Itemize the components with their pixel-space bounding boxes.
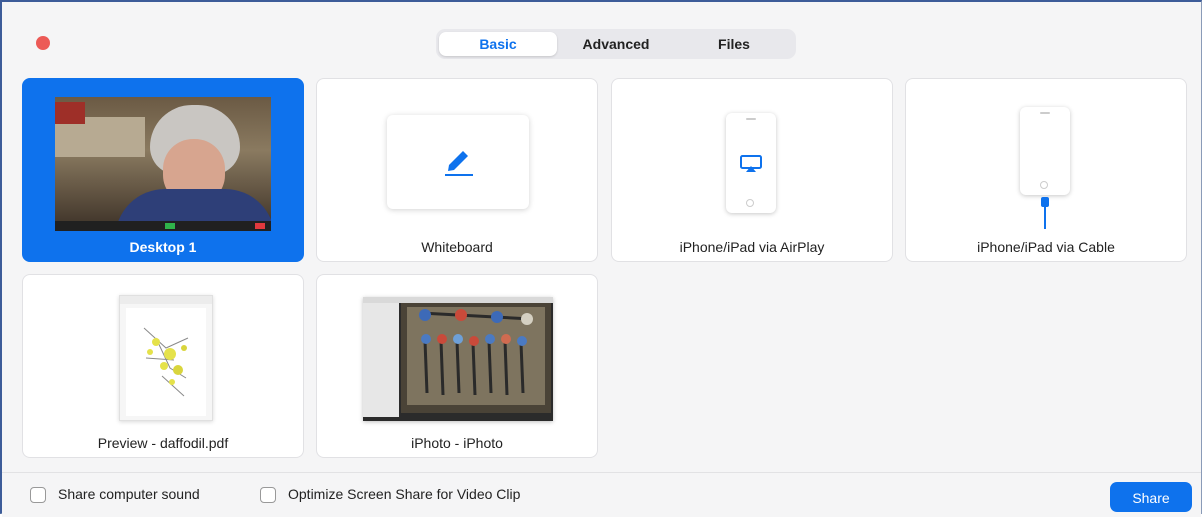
- share-option-whiteboard[interactable]: Whiteboard: [316, 78, 598, 262]
- share-option-iphoto[interactable]: iPhoto - iPhoto: [316, 274, 598, 458]
- share-option-desktop-1[interactable]: Desktop 1: [22, 78, 304, 262]
- share-sound-label: Share computer sound: [58, 486, 200, 502]
- tab-advanced[interactable]: Advanced: [557, 32, 675, 56]
- airplay-icon: [740, 155, 762, 172]
- daffodil-image: [143, 327, 189, 397]
- card-label: iPhone/iPad via Cable: [977, 239, 1115, 255]
- whiteboard-thumbnail: [387, 115, 529, 209]
- iphoto-thumbnail: [363, 297, 553, 421]
- card-label: Preview - daffodil.pdf: [97, 435, 229, 451]
- card-label: iPhoto - iPhoto: [411, 435, 503, 451]
- share-option-airplay[interactable]: iPhone/iPad via AirPlay: [611, 78, 893, 262]
- tab-files[interactable]: Files: [675, 32, 793, 56]
- share-option-cable[interactable]: iPhone/iPad via Cable: [905, 78, 1187, 262]
- pencil-icon: [445, 151, 473, 176]
- card-label: iPhone/iPad via AirPlay: [679, 239, 825, 255]
- phone-thumbnail: [1020, 107, 1070, 195]
- share-option-preview[interactable]: Preview - daffodil.pdf: [22, 274, 304, 458]
- optimize-video-checkbox[interactable]: [260, 487, 276, 503]
- share-button[interactable]: Share: [1110, 482, 1192, 512]
- tab-bar: Basic Advanced Files: [436, 29, 796, 59]
- share-screen-window: Basic Advanced Files Desktop 1 Whiteboar…: [0, 0, 1202, 517]
- close-button[interactable]: [36, 36, 50, 50]
- jewelry-photo: [407, 307, 545, 405]
- share-sound-checkbox[interactable]: [30, 487, 46, 503]
- tab-basic[interactable]: Basic: [439, 32, 557, 56]
- desktop-thumbnail: [55, 97, 271, 231]
- optimize-video-label: Optimize Screen Share for Video Clip: [288, 486, 521, 502]
- phone-thumbnail: [726, 113, 776, 213]
- card-label: Whiteboard: [421, 239, 493, 255]
- card-label: Desktop 1: [129, 239, 197, 255]
- preview-thumbnail: [119, 295, 213, 421]
- cable-wire: [1044, 205, 1046, 229]
